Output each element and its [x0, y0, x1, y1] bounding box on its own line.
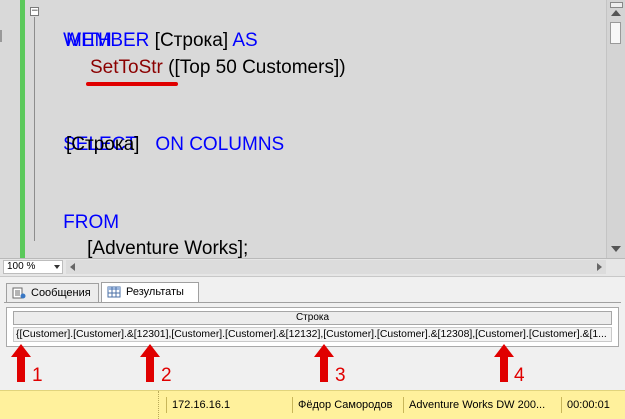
- elapsed-time: 00:00:01: [567, 399, 610, 411]
- tab-results[interactable]: Результаты: [101, 282, 199, 302]
- scroll-left-icon[interactable]: [70, 263, 75, 271]
- annotation-marker-1: 1: [32, 365, 43, 386]
- tab-messages-label: Сообщения: [31, 287, 91, 299]
- results-grid[interactable]: Строка {[Customer].[Customer].&[12301],[…: [6, 307, 619, 347]
- user-name: Фёдор Самородов: [298, 399, 393, 411]
- query-editor[interactable]: − WITH MEMBER [Строка] AS SetToStr ([Top…: [0, 0, 625, 259]
- function-argument: ([Top 50 Customers]): [162, 57, 346, 78]
- vertical-scrollbar[interactable]: [606, 0, 625, 258]
- status-divider: [292, 397, 293, 413]
- status-grip: [158, 391, 162, 419]
- status-divider: [561, 397, 562, 413]
- column-header[interactable]: Строка: [13, 311, 612, 325]
- outline-line: [34, 17, 35, 241]
- server-name: 172.16.16.1: [172, 399, 231, 411]
- collapse-outline-button[interactable]: −: [30, 7, 39, 16]
- result-cell[interactable]: {[Customer].[Customer].&[12301],[Custome…: [13, 327, 612, 342]
- member-name: [Строка]: [149, 30, 233, 51]
- annotation-marker-3: 3: [335, 365, 346, 386]
- change-tracking-bar: [20, 0, 25, 258]
- tab-divider: [4, 302, 621, 303]
- scrollbar-thumb[interactable]: [610, 22, 621, 44]
- status-divider: [166, 397, 167, 413]
- annotation-marker-2: 2: [161, 365, 172, 386]
- scroll-down-icon[interactable]: [611, 246, 621, 252]
- code-line-3: SetToStr ([Top 50 Customers]): [90, 55, 346, 81]
- annotation-arrow-2: [140, 344, 160, 382]
- status-divider: [403, 397, 404, 413]
- keyword-member: MEMBER: [66, 30, 150, 51]
- database-name: Adventure Works DW 200...: [409, 399, 546, 411]
- cube-name: [Adventure Works];: [87, 238, 249, 259]
- annotation-arrow-3: [314, 344, 334, 382]
- zoom-value: 100 %: [7, 261, 36, 272]
- code-line-5: [Строка] ON COLUMNS: [66, 132, 284, 158]
- function-settostr: SetToStr: [90, 57, 163, 78]
- horizontal-scrollbar[interactable]: [66, 260, 606, 274]
- scroll-up-icon[interactable]: [611, 10, 621, 16]
- annotation-arrow-4: [494, 344, 514, 382]
- keyword-as: AS: [232, 30, 258, 51]
- code-line-2: MEMBER [Строка] AS: [66, 28, 258, 54]
- results-pane: Сообщения Результаты Строка {[Customer].…: [0, 277, 625, 390]
- tab-messages[interactable]: Сообщения: [6, 283, 99, 302]
- annotation-arrow-1: [11, 344, 31, 382]
- editor-margin-marker: [0, 30, 2, 42]
- annotation-marker-4: 4: [514, 365, 525, 386]
- error-underline: [86, 82, 178, 86]
- splitter-handle[interactable]: [610, 2, 623, 8]
- editor-footer: 100 %: [0, 259, 625, 277]
- tab-results-label: Результаты: [126, 286, 184, 298]
- scroll-right-icon[interactable]: [597, 263, 602, 271]
- column-member: [Строка]: [66, 134, 140, 155]
- keyword-on-columns: ON COLUMNS: [155, 134, 285, 155]
- grid-icon: [107, 286, 121, 298]
- chevron-down-icon[interactable]: [54, 265, 60, 269]
- messages-icon: [12, 287, 26, 299]
- status-bar: 172.16.16.1 Фёдор Самородов Adventure Wo…: [0, 390, 625, 419]
- zoom-select[interactable]: 100 %: [3, 260, 63, 274]
